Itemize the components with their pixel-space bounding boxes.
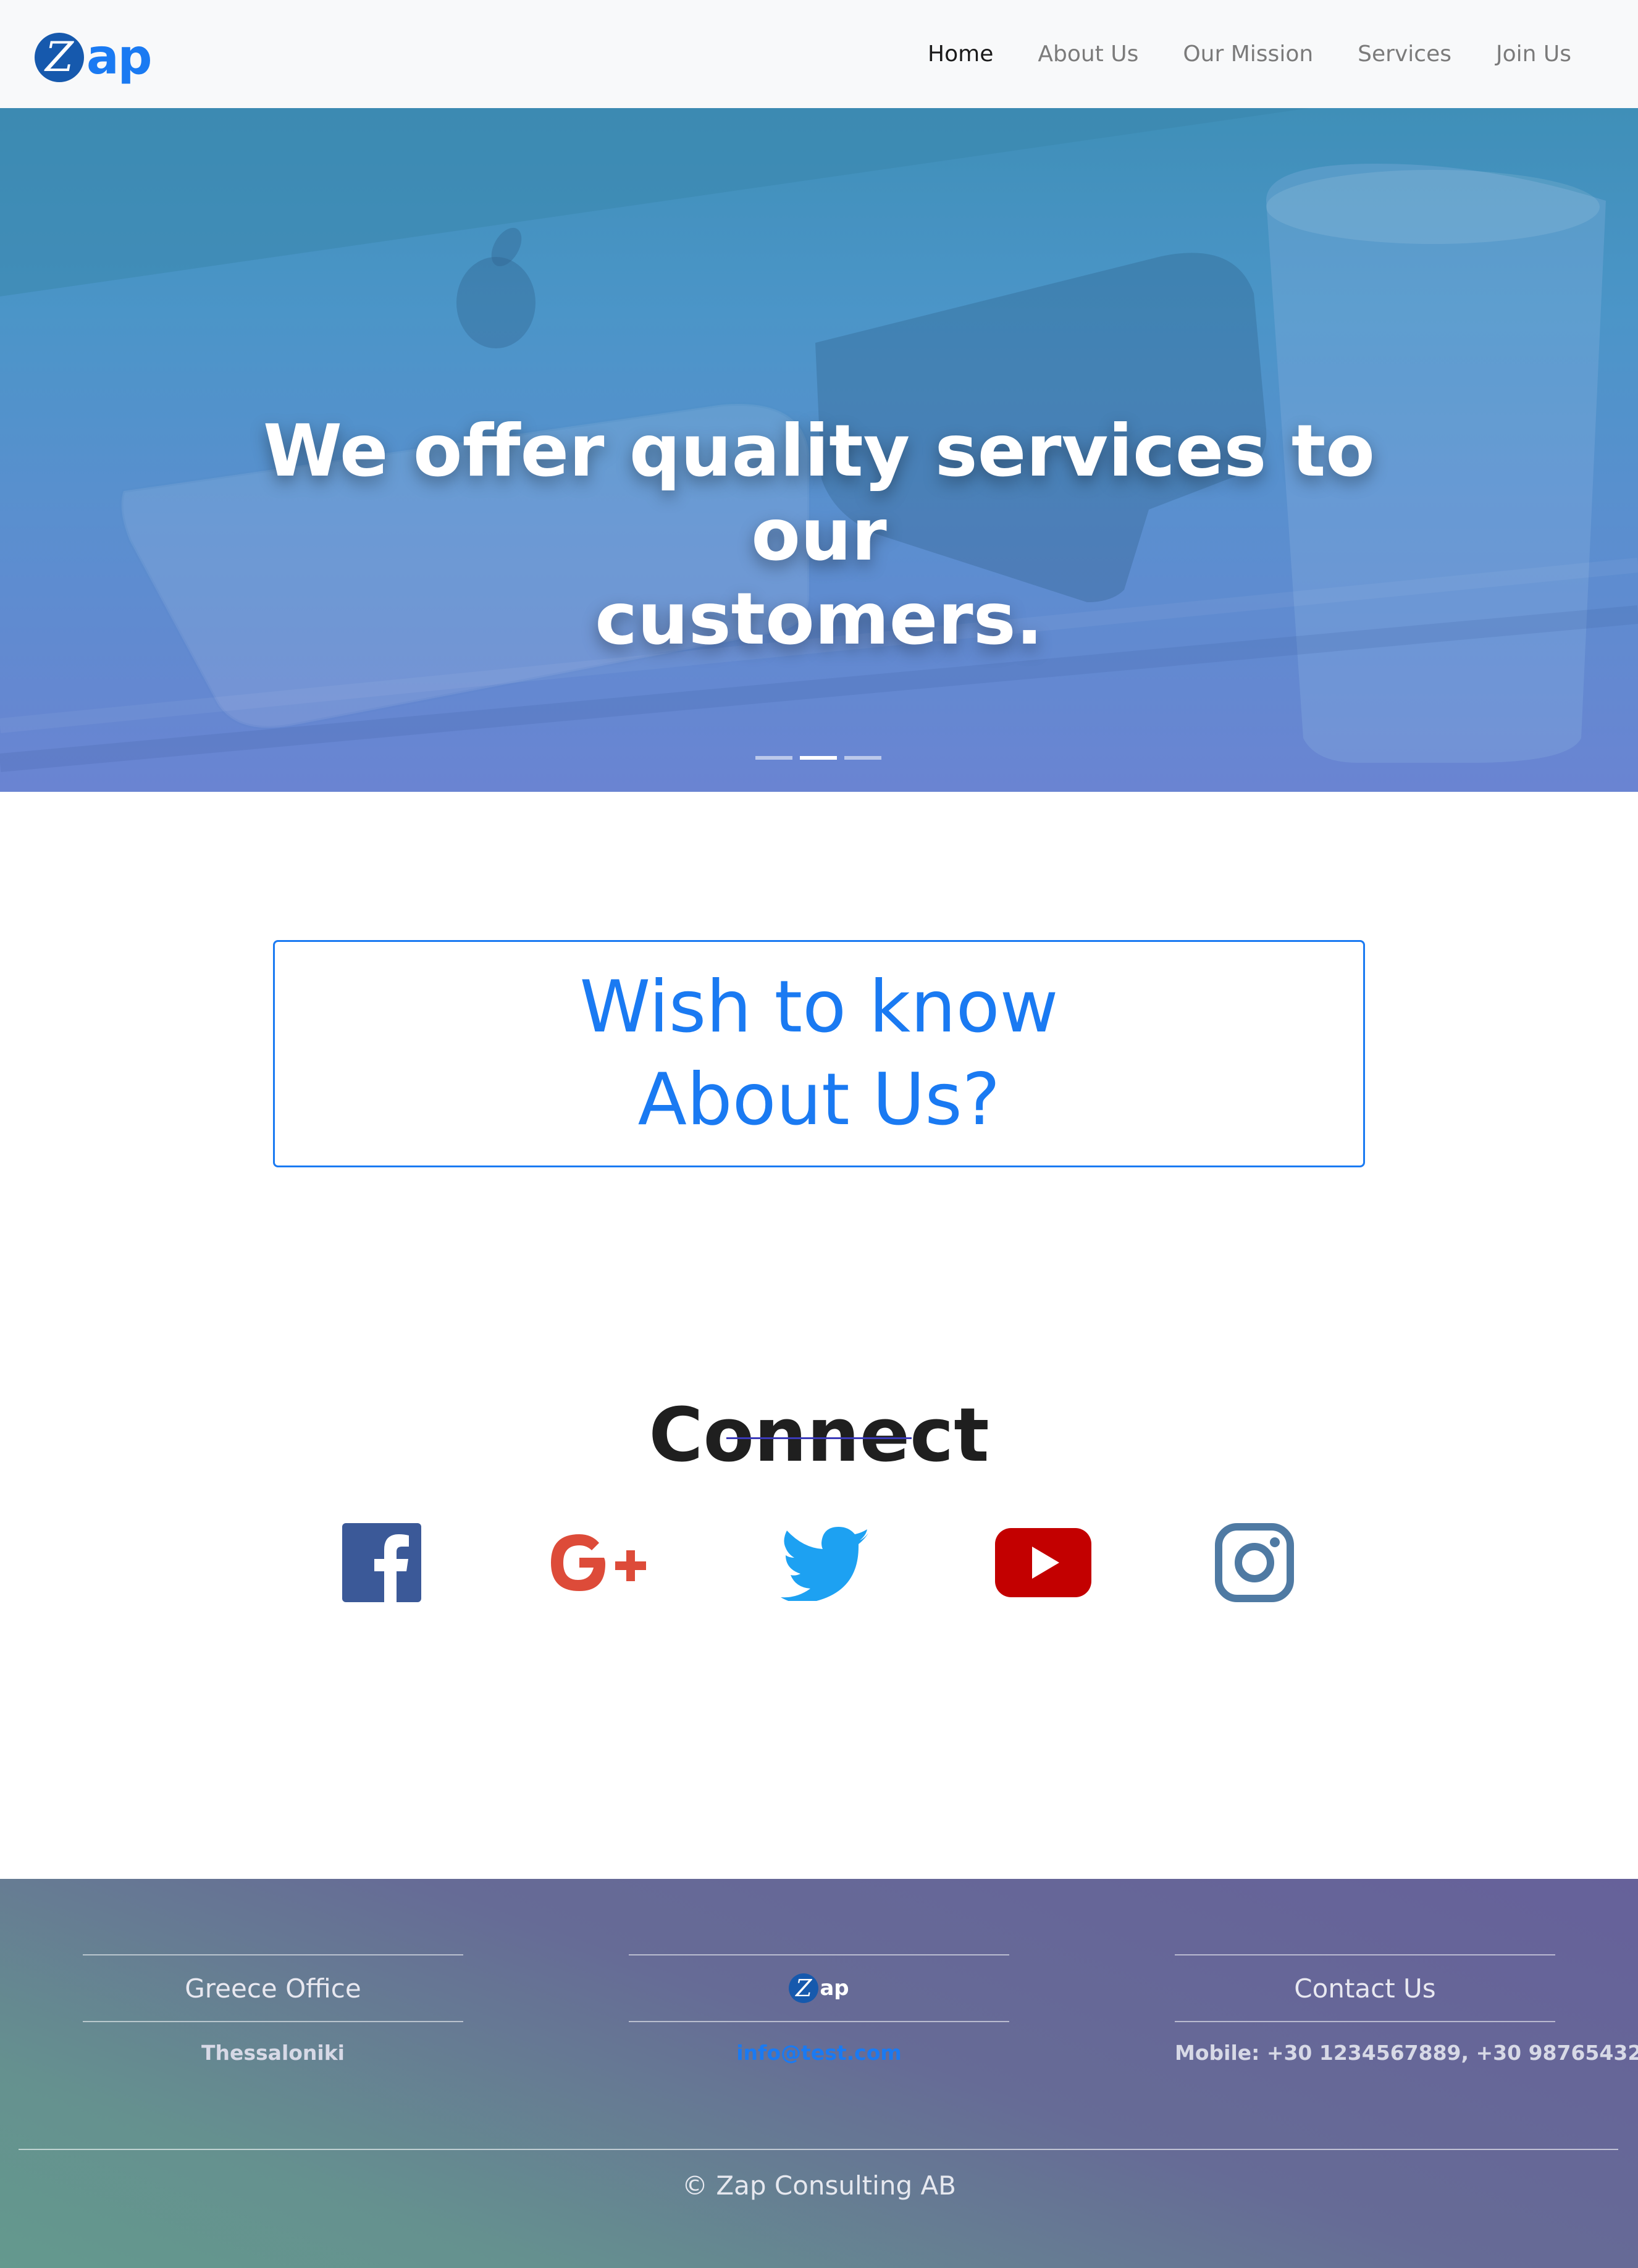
nav-item-our-mission[interactable]: Our Mission [1161,37,1335,72]
brand-logo[interactable]: Z ap [35,30,152,85]
hero-carousel: We offer quality services to our custome… [0,108,1638,792]
carousel-indicator-1[interactable] [755,756,792,760]
nav-item-about-us[interactable]: About Us [1015,37,1161,72]
footer-office-city: Thessaloniki [201,2041,345,2065]
google-plus-link[interactable] [544,1519,655,1606]
instagram-icon [1215,1523,1294,1602]
about-us-cta-label: Wish to know About Us? [579,965,1059,1141]
carousel-indicators [755,756,881,760]
hero-title: We offer quality services to our custome… [263,409,1375,661]
footer-contact-column: Contact Us Mobile: +30 1234567889, +30 9… [1175,1954,1638,2065]
instagram-link[interactable] [1214,1519,1295,1606]
google-plus-icon [551,1534,646,1591]
carousel-indicator-3[interactable] [844,756,881,760]
twitter-icon [781,1527,868,1601]
connect-underline [726,1437,912,1439]
facebook-icon [342,1523,421,1602]
nav-item-services[interactable]: Services [1335,37,1474,72]
youtube-link[interactable] [994,1519,1092,1606]
footer-office-heading: Greece Office [185,1973,361,2004]
footer-brand: Z ap [629,1955,1009,2021]
nav-menu: Home About Us Our Mission Services Join … [905,37,1594,72]
footer-office-column: Greece Office Thessaloniki [83,1954,463,2065]
carousel-indicator-2[interactable] [800,756,837,760]
brand-logo-mark: Z [35,33,84,82]
footer: Greece Office Thessaloniki Z ap info@tes… [0,1879,1638,2268]
nav-item-home[interactable]: Home [905,37,1015,72]
navbar: Z ap Home About Us Our Mission Services … [0,0,1638,108]
nav-item-join-us[interactable]: Join Us [1474,37,1594,72]
facebook-link[interactable] [341,1519,422,1606]
copyright: © Zap Consulting AB [682,2170,956,2201]
connect-heading: Connect [649,1392,989,1479]
footer-mobile: Mobile: +30 1234567889, +30 987654321 [1175,2041,1638,2065]
twitter-link[interactable] [778,1519,871,1606]
footer-contact-heading: Contact Us [1294,1973,1436,2004]
footer-brand-logo: Z ap [789,1973,849,2003]
brand-logo-text: ap [86,30,152,85]
footer-email-link[interactable]: info@test.com [629,2041,1009,2065]
footer-brand-column: Z ap info@test.com [629,1954,1009,2065]
about-us-cta-button[interactable]: Wish to know About Us? [273,940,1365,1167]
footer-divider [19,2149,1618,2150]
youtube-icon [995,1528,1091,1597]
